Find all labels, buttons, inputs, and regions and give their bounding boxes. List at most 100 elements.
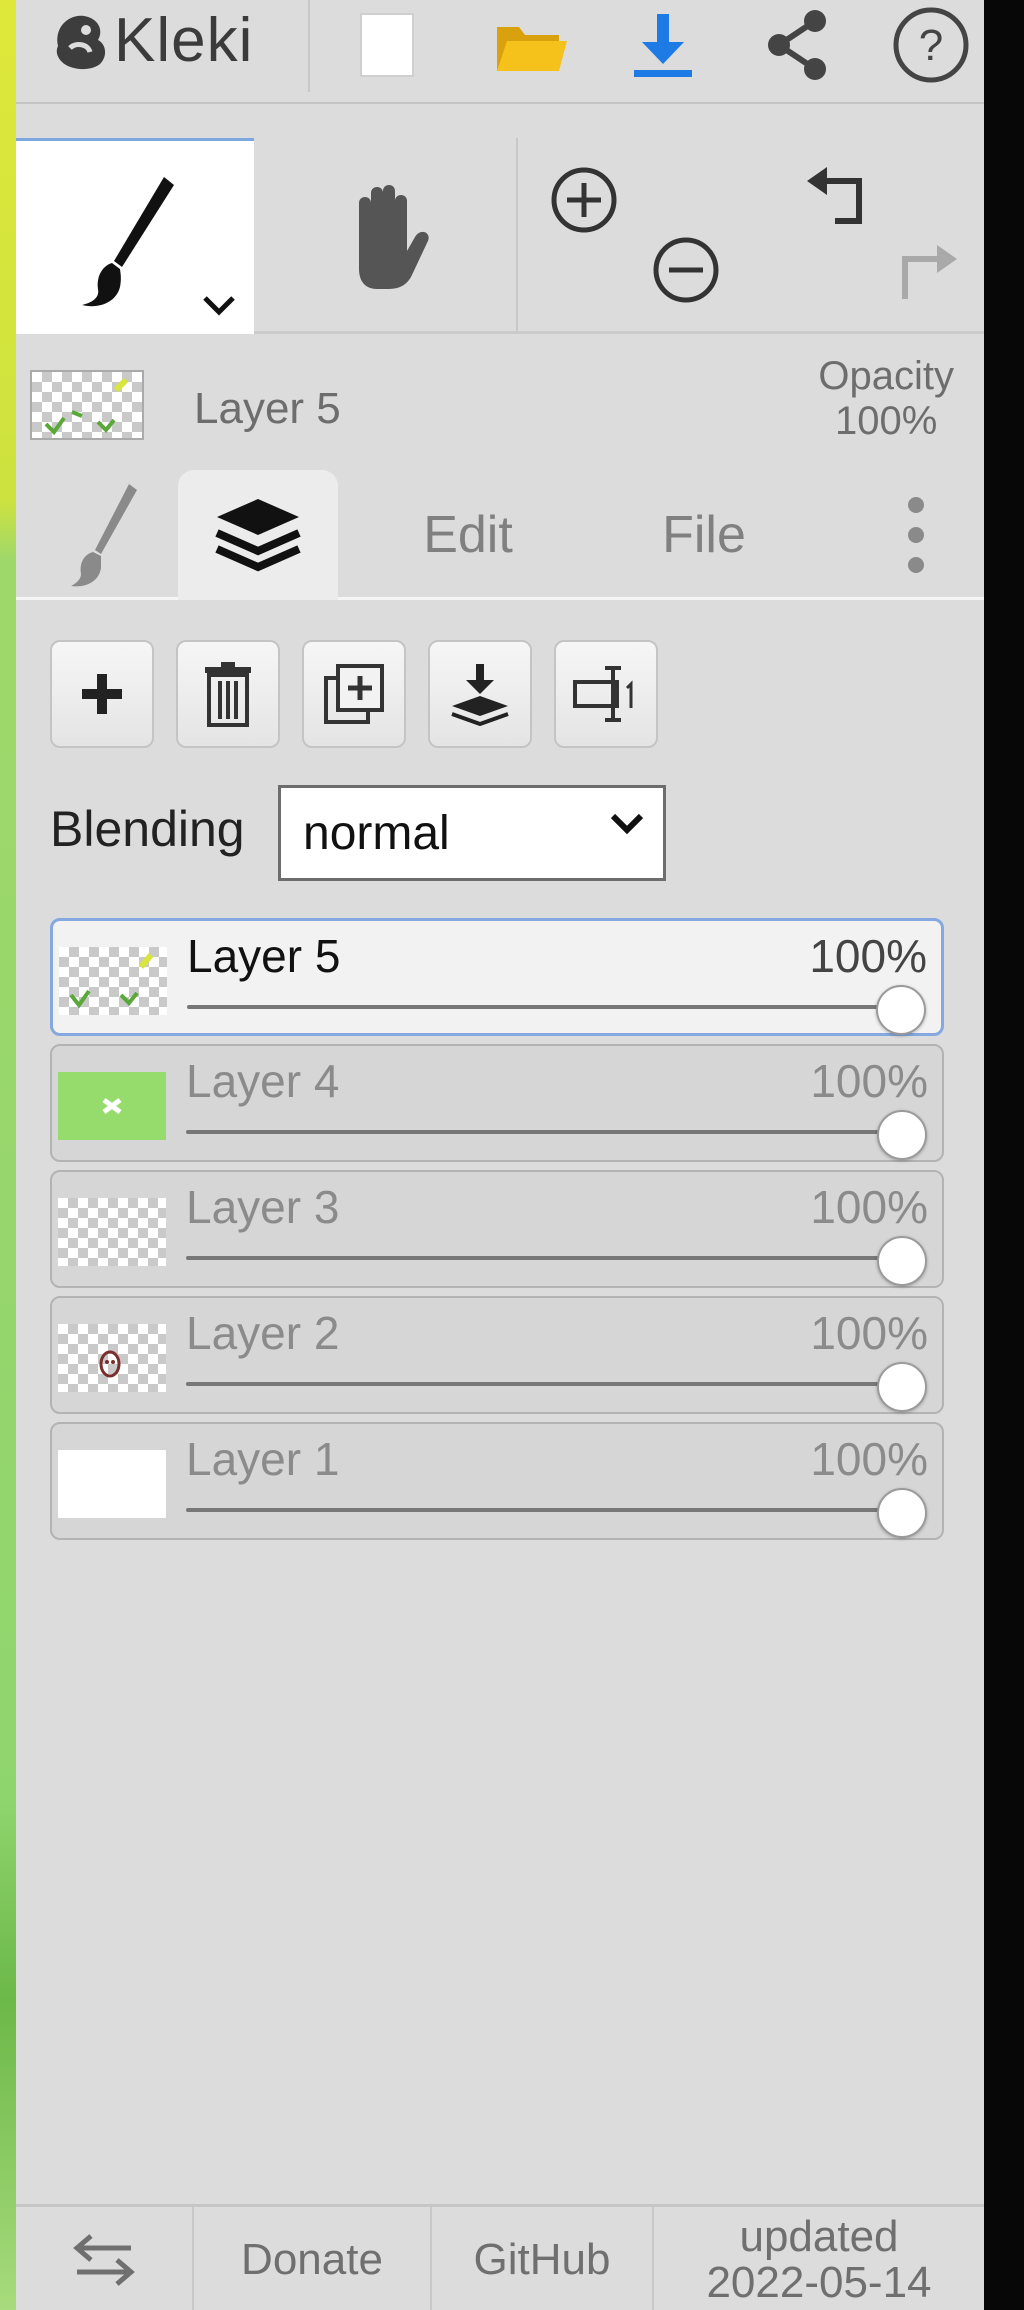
panel-tabs: Edit File — [16, 470, 984, 600]
layer-thumbnail — [58, 1072, 166, 1140]
tab-more[interactable] — [876, 470, 956, 600]
tab-layers[interactable] — [178, 470, 338, 600]
layer-name: Layer 3 — [186, 1181, 340, 1233]
kleki-logo[interactable]: Kleki — [50, 0, 253, 80]
merge-down-icon — [451, 664, 509, 726]
hand-tool-button[interactable] — [254, 138, 516, 334]
opacity-label: Opacity — [818, 354, 954, 398]
layer-thumbnail — [58, 1198, 166, 1266]
kleki-logo-icon — [56, 15, 106, 70]
more-vertical-icon — [908, 497, 924, 573]
layer-name: Layer 5 — [187, 930, 341, 982]
layer-2-figure-icon — [99, 1350, 121, 1378]
layer-opacity: 100% — [810, 1433, 928, 1485]
download-icon — [634, 14, 692, 77]
github-link[interactable]: GitHub — [432, 2207, 652, 2310]
duplicate-layer-button[interactable] — [302, 640, 406, 748]
layer-opacity: 100% — [810, 1181, 928, 1233]
layer-thumbnail — [58, 1324, 166, 1392]
blending-label: Blending — [50, 801, 245, 857]
opacity-slider-handle[interactable] — [877, 1110, 927, 1160]
zoom-out-button[interactable] — [636, 230, 736, 310]
layers-icon — [215, 499, 301, 572]
plus-icon — [82, 674, 122, 714]
opacity-display[interactable]: Opacity 100% — [818, 354, 954, 444]
opacity-slider-track[interactable] — [186, 1130, 902, 1134]
opacity-value: 100% — [835, 398, 938, 443]
delete-layer-button[interactable] — [176, 640, 280, 748]
layer-name: Layer 1 — [186, 1433, 340, 1485]
tool-row — [16, 138, 984, 334]
add-layer-button[interactable] — [50, 640, 154, 748]
layer-opacity: 100% — [809, 930, 927, 982]
brush-tool-button[interactable] — [16, 138, 254, 334]
tab-brush[interactable] — [46, 470, 166, 600]
opacity-slider-track[interactable] — [186, 1256, 902, 1260]
side-panel: Kleki ? Layer 5 Opacity 100% Edit File B… — [16, 0, 984, 2310]
tool-divider — [516, 138, 518, 334]
zoom-out-icon — [653, 237, 719, 303]
hand-icon — [359, 185, 429, 289]
layer-item-2[interactable]: Layer 2 100% — [50, 1296, 944, 1414]
redo-icon — [902, 245, 957, 299]
opacity-slider-handle[interactable] — [877, 1236, 927, 1286]
new-image-button[interactable] — [332, 0, 442, 90]
layer-item-3[interactable]: Layer 3 100% — [50, 1170, 944, 1288]
canvas-edge[interactable] — [0, 0, 16, 2310]
tab-edit[interactable]: Edit — [378, 470, 558, 600]
share-button[interactable] — [742, 0, 852, 90]
donate-link[interactable]: Donate — [194, 2207, 430, 2310]
brush-icon — [82, 177, 174, 307]
blending-select[interactable]: normal — [278, 785, 666, 881]
chevron-down-icon[interactable] — [202, 295, 236, 317]
layer-5-sketch-icon — [69, 953, 154, 1009]
merge-down-button[interactable] — [428, 640, 532, 748]
undo-icon — [807, 167, 862, 224]
layer-opacity: 100% — [810, 1055, 928, 1107]
redo-button[interactable] — [878, 230, 978, 310]
window-edge — [984, 0, 1024, 2310]
toolbar-divider — [308, 0, 310, 92]
layer-thumbnail — [59, 947, 167, 1015]
blank-page-icon — [360, 13, 414, 77]
opacity-slider-track[interactable] — [186, 1382, 902, 1386]
layer-4-mark-icon — [102, 1098, 122, 1114]
duplicate-icon — [324, 664, 384, 724]
blending-value: normal — [303, 806, 450, 860]
current-layer-name: Layer 5 — [194, 384, 341, 433]
updated-date: 2022-05-14 — [706, 2258, 932, 2307]
zoom-in-button[interactable] — [534, 160, 634, 240]
layer-opacity: 100% — [810, 1307, 928, 1359]
rename-layer-button[interactable] — [554, 640, 658, 748]
layer-item-1[interactable]: Layer 1 100% — [50, 1422, 944, 1540]
open-file-button[interactable] — [476, 0, 586, 90]
share-icon — [768, 10, 826, 80]
layer-thumbnail — [58, 1450, 166, 1518]
opacity-slider-track[interactable] — [186, 1508, 902, 1512]
top-toolbar: Kleki ? — [16, 0, 984, 104]
bottom-bar: Donate GitHub updated 2022-05-14 — [16, 2204, 984, 2310]
app-name: Kleki — [114, 5, 254, 75]
brush-icon — [71, 484, 137, 587]
help-glyph: ? — [919, 21, 943, 70]
tab-file[interactable]: File — [614, 470, 794, 600]
opacity-slider-handle[interactable] — [877, 1488, 927, 1538]
layer-item-4[interactable]: Layer 4 100% — [50, 1044, 944, 1162]
folder-icon — [497, 27, 567, 71]
swap-side-button[interactable] — [16, 2207, 192, 2310]
zoom-in-icon — [551, 167, 617, 233]
updated-label: updated — [739, 2211, 899, 2261]
layer-item-5[interactable]: Layer 5 100% — [50, 918, 944, 1036]
rename-icon — [573, 666, 633, 722]
current-layer-info: Layer 5 Opacity 100% — [16, 342, 984, 467]
help-button[interactable]: ? — [876, 0, 984, 90]
current-layer-thumbnail — [30, 370, 144, 440]
updated-info[interactable]: updated 2022-05-14 — [654, 2207, 984, 2310]
help-circle-icon: ? — [893, 7, 969, 83]
undo-button[interactable] — [786, 160, 886, 240]
opacity-slider-track[interactable] — [187, 1005, 901, 1009]
save-button[interactable] — [608, 0, 718, 90]
chevron-down-icon — [610, 813, 644, 835]
opacity-slider-handle[interactable] — [877, 1362, 927, 1412]
opacity-slider-handle[interactable] — [876, 985, 926, 1035]
